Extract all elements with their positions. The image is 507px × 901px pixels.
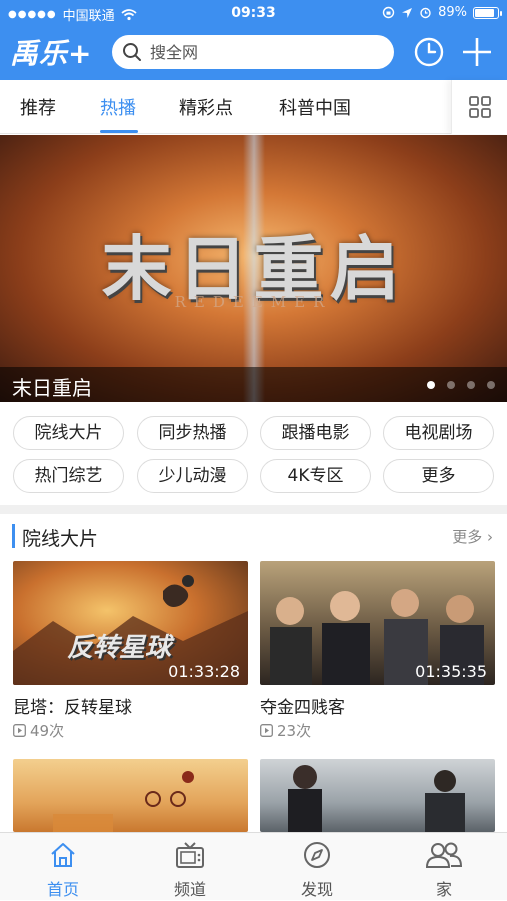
video-duration: 01:33:28: [168, 662, 240, 681]
section-divider: [0, 505, 507, 514]
category-more[interactable]: 更多: [383, 459, 494, 493]
video-play-count: 49次: [13, 720, 64, 741]
nav-family-label: 家: [435, 880, 452, 899]
banner-pager: [427, 381, 495, 389]
family-icon: [425, 842, 463, 868]
video-play-count: 23次: [260, 720, 311, 741]
video-thumbnail: 01:35:35: [260, 561, 495, 685]
app-logo[interactable]: 禹乐+: [10, 32, 92, 72]
category-variety[interactable]: 热门综艺: [13, 459, 124, 493]
pager-dot[interactable]: [427, 381, 435, 389]
video-play-count-text: 23次: [277, 722, 312, 740]
compass-icon: [304, 842, 330, 868]
category-sync-hot[interactable]: 同步热播: [137, 416, 248, 450]
lock-rotation-icon: [382, 6, 395, 19]
top-tabs: 推荐 热播 精彩点 科普中国: [0, 80, 507, 134]
nav-channel-label: 频道: [173, 880, 206, 899]
hero-banner[interactable]: 末日重启 REDEEMER 末日重启: [0, 135, 507, 402]
nav-channel[interactable]: 频道: [127, 833, 253, 901]
clock-icon[interactable]: [413, 36, 445, 68]
video-thumbnail: [13, 759, 248, 832]
battery-fill: [475, 8, 494, 17]
grid-icon: [469, 96, 491, 118]
banner-caption: 末日重启: [0, 367, 507, 402]
bottom-nav: 首页 频道 发现 家: [0, 832, 507, 900]
tv-icon: [176, 842, 204, 868]
location-icon: [402, 7, 413, 18]
home-icon: [51, 843, 75, 867]
search-bar[interactable]: [112, 35, 394, 69]
play-count-icon: [260, 724, 273, 737]
pager-dot[interactable]: [467, 381, 475, 389]
thumbnail-title-art: 反转星球: [67, 633, 172, 663]
plus-icon[interactable]: [461, 36, 493, 68]
search-icon: [123, 43, 141, 61]
play-count-icon: [13, 724, 26, 737]
app-header: ●●●●● 中国联通 09:33 89% 禹乐+ 搜全网: [0, 0, 507, 80]
video-title: 昆塔：反转星球: [13, 698, 132, 718]
nav-home-label: 首页: [46, 880, 79, 899]
category-follow-movies[interactable]: 跟播电影: [260, 416, 371, 450]
video-duration: 01:35:35: [415, 662, 487, 681]
battery-percent: 89%: [438, 5, 467, 20]
tab-recommend[interactable]: 推荐: [20, 94, 56, 120]
tab-hot[interactable]: 热播: [100, 94, 136, 120]
tab-science-china[interactable]: 科普中国: [279, 94, 351, 120]
tab-grid-button[interactable]: [451, 80, 507, 134]
cyclists-art: [53, 771, 194, 832]
section-accent-bar: [12, 524, 15, 548]
battery-icon: [473, 6, 502, 19]
video-title: 夺金四贱客: [260, 698, 345, 718]
category-tv-drama[interactable]: 电视剧场: [383, 416, 494, 450]
video-thumbnail: [260, 759, 495, 832]
nav-discover[interactable]: 发现: [254, 833, 380, 901]
category-theater[interactable]: 院线大片: [13, 416, 124, 450]
category-pills: 院线大片 同步热播 跟播电影 电视剧场 热门综艺 少儿动漫 4K专区 更多: [0, 402, 507, 504]
search-input[interactable]: [150, 41, 380, 63]
pager-dot[interactable]: [487, 381, 495, 389]
tab-active-indicator: [100, 130, 138, 133]
nav-discover-label: 发现: [300, 880, 333, 899]
pager-dot[interactable]: [447, 381, 455, 389]
video-thumbnail: 反转星球 01:33:28: [13, 561, 248, 685]
nav-home[interactable]: 首页: [0, 833, 126, 901]
status-bar: ●●●●● 中国联通 09:33 89%: [0, 0, 507, 26]
figures-art: [288, 765, 465, 832]
tab-highlights[interactable]: 精彩点: [179, 94, 233, 120]
category-kids-anime[interactable]: 少儿动漫: [137, 459, 248, 493]
video-play-count-text: 49次: [30, 722, 65, 740]
section-title: 院线大片: [22, 528, 99, 550]
banner-caption-text: 末日重启: [12, 376, 92, 400]
section-more-link[interactable]: 更多 ›: [452, 526, 493, 547]
nav-family[interactable]: 家: [381, 833, 507, 901]
alarm-icon: [420, 7, 431, 19]
category-4k[interactable]: 4K专区: [260, 459, 371, 493]
banner-art-subtitle: REDEEMER: [174, 293, 333, 311]
